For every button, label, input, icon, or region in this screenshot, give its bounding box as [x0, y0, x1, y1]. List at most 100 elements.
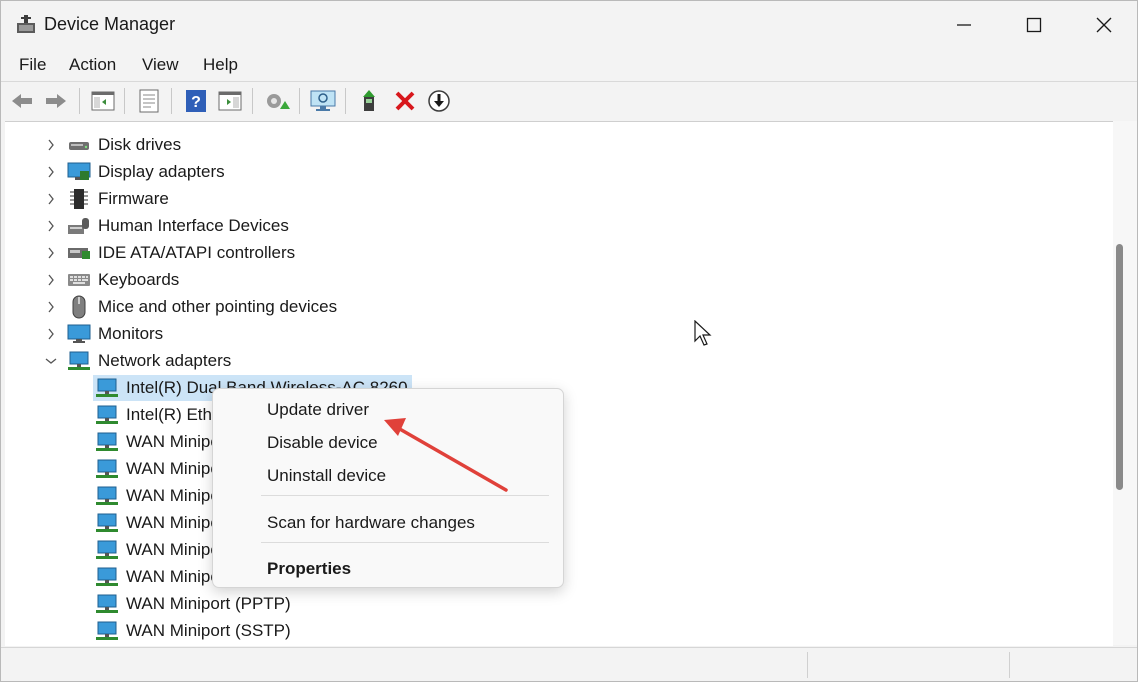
- window-title: Device Manager: [44, 14, 176, 34]
- scan-hardware-icon: [310, 90, 336, 111]
- chevron-right-icon[interactable]: [45, 139, 57, 151]
- uninstall-button[interactable]: [392, 88, 418, 114]
- chevron-down-icon[interactable]: [45, 355, 57, 367]
- forward-button[interactable]: [43, 88, 69, 114]
- show-hide-console-tree-button[interactable]: [90, 88, 116, 114]
- toolbar-separator: [299, 88, 300, 114]
- close-icon: [1096, 17, 1112, 33]
- enable-device-icon: [363, 90, 375, 111]
- menu-view[interactable]: View: [140, 55, 181, 75]
- toolbar-separator: [345, 88, 346, 114]
- menu-separator: [261, 542, 549, 543]
- tree-category-label: Network adapters: [98, 351, 232, 370]
- chevron-right-icon[interactable]: [45, 247, 57, 259]
- action-pane-icon: [218, 91, 242, 111]
- tree-category-disk-drives[interactable]: Disk drives: [45, 132, 181, 158]
- menu-item-update-driver[interactable]: Update driver: [267, 400, 369, 420]
- disable-device-button[interactable]: [426, 88, 452, 114]
- tree-category-firmware[interactable]: Firmware: [45, 186, 169, 212]
- mouse-icon: [67, 295, 91, 319]
- network-adapter-icon: [95, 458, 119, 480]
- menu-bar: File Action View Help: [1, 49, 1137, 81]
- action-pane-button[interactable]: [217, 88, 243, 114]
- network-adapter-icon: [95, 485, 119, 507]
- status-bar: [1, 647, 1137, 681]
- update-driver-icon: [267, 94, 290, 109]
- monitor-icon: [67, 323, 91, 345]
- scrollbar-thumb[interactable]: [1116, 244, 1123, 490]
- update-driver-button[interactable]: [264, 88, 290, 114]
- toolbar: ?: [1, 81, 1137, 120]
- tree-category-label: Human Interface Devices: [98, 216, 289, 235]
- menu-item-properties[interactable]: Properties: [267, 559, 351, 579]
- device-manager-window: Device Manager File Action View Help ? D…: [0, 0, 1138, 682]
- tree-device-wan-miniport-pptp[interactable]: WAN Miniport (PPTP): [93, 591, 291, 617]
- tree-category-human-interface-devices[interactable]: Human Interface Devices: [45, 213, 289, 239]
- network-adapter-icon: [95, 566, 119, 588]
- maximize-button[interactable]: [999, 1, 1069, 49]
- menu-file[interactable]: File: [17, 55, 48, 75]
- properties-sheet-icon: [139, 89, 159, 113]
- chevron-right-icon[interactable]: [45, 166, 57, 178]
- hid-icon: [67, 215, 91, 237]
- back-button[interactable]: [9, 88, 35, 114]
- menu-help[interactable]: Help: [201, 55, 240, 75]
- network-adapter-icon: [95, 620, 119, 642]
- network-adapter-icon: [95, 404, 119, 426]
- tree-category-label: Disk drives: [98, 135, 182, 154]
- menu-item-uninstall-device[interactable]: Uninstall device: [267, 466, 386, 486]
- menu-action[interactable]: Action: [67, 55, 118, 75]
- chevron-right-icon[interactable]: [45, 301, 57, 313]
- toolbar-separator: [252, 88, 253, 114]
- chevron-right-icon[interactable]: [45, 328, 57, 340]
- tree-category-label: Display adapters: [98, 162, 225, 181]
- properties-sheet-button[interactable]: [136, 88, 162, 114]
- tree-category-monitors[interactable]: Monitors: [45, 321, 163, 347]
- forward-icon: [46, 94, 66, 108]
- help-button[interactable]: ?: [183, 88, 209, 114]
- network-adapter-icon: [67, 350, 91, 372]
- menu-item-disable-device[interactable]: Disable device: [267, 433, 378, 453]
- keyboard-icon: [67, 269, 91, 291]
- device-manager-icon: [15, 13, 37, 35]
- tree-category-mice[interactable]: Mice and other pointing devices: [45, 294, 337, 320]
- network-adapter-icon: [95, 431, 119, 453]
- scan-hardware-button[interactable]: [310, 88, 336, 114]
- chevron-right-icon[interactable]: [45, 220, 57, 232]
- tree-category-ide-controllers[interactable]: IDE ATA/ATAPI controllers: [45, 240, 295, 266]
- tree-device-wan-miniport-sstp[interactable]: WAN Miniport (SSTP): [93, 618, 291, 644]
- status-separator: [807, 652, 808, 678]
- tree-category-display-adapters[interactable]: Display adapters: [45, 159, 225, 185]
- status-separator: [1009, 652, 1010, 678]
- maximize-icon: [1026, 17, 1042, 33]
- svg-text:?: ?: [191, 94, 201, 111]
- network-adapter-icon: [95, 593, 119, 615]
- enable-device-button[interactable]: [358, 88, 384, 114]
- toolbar-separator: [79, 88, 80, 114]
- toolbar-separator: [124, 88, 125, 114]
- chevron-right-icon[interactable]: [45, 193, 57, 205]
- mouse-cursor-icon: [694, 319, 714, 353]
- network-adapter-icon: [95, 377, 119, 399]
- network-adapter-icon: [95, 512, 119, 534]
- toolbar-separator: [171, 88, 172, 114]
- tree-category-network-adapters[interactable]: Network adapters: [45, 348, 231, 374]
- tree-device-label: WAN Miniport (PPTP): [126, 594, 291, 613]
- close-button[interactable]: [1069, 1, 1137, 49]
- menu-item-scan-hardware[interactable]: Scan for hardware changes: [267, 513, 475, 533]
- title-bar[interactable]: Device Manager: [1, 1, 1137, 49]
- tree-category-label: Mice and other pointing devices: [98, 297, 338, 316]
- minimize-icon: [957, 24, 971, 26]
- minimize-button[interactable]: [929, 1, 999, 49]
- firmware-chip-icon: [67, 188, 91, 210]
- display-adapter-icon: [67, 161, 91, 183]
- tree-device-label: WAN Miniport (SSTP): [126, 621, 291, 640]
- disable-device-icon: [428, 90, 450, 112]
- disk-drive-icon: [67, 134, 91, 156]
- help-icon: ?: [186, 90, 206, 112]
- network-adapter-icon: [95, 539, 119, 561]
- chevron-right-icon[interactable]: [45, 274, 57, 286]
- tree-category-keyboards[interactable]: Keyboards: [45, 267, 179, 293]
- tree-category-label: Monitors: [98, 324, 164, 343]
- tree-category-label: Keyboards: [98, 270, 180, 289]
